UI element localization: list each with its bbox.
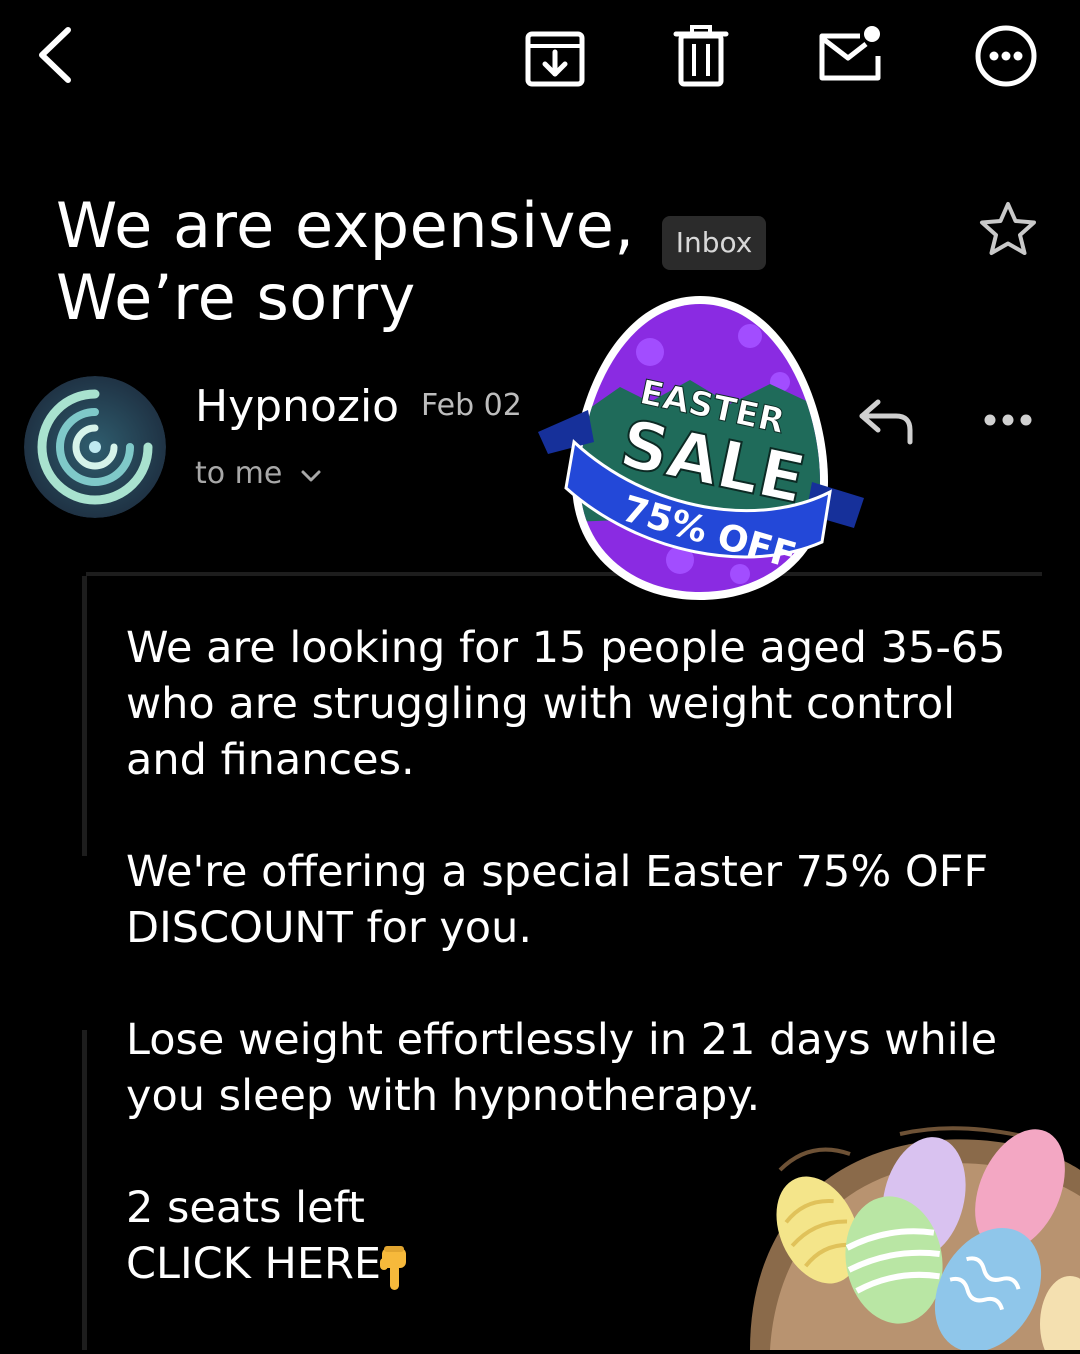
trash-icon	[673, 25, 729, 87]
message-more-button[interactable]	[980, 404, 1036, 436]
back-button[interactable]	[28, 22, 88, 88]
email-date: Feb 02	[421, 388, 522, 423]
chevron-left-icon	[39, 27, 71, 83]
star-button[interactable]	[976, 198, 1040, 262]
more-options-button[interactable]	[972, 22, 1040, 90]
easter-sale-badge: EASTER SALE 75% OFF	[530, 292, 870, 602]
quote-bar	[82, 1030, 87, 1350]
pointing-down-hand-icon	[376, 1244, 412, 1292]
mark-unread-button[interactable]	[816, 22, 886, 88]
quote-bar	[82, 576, 87, 856]
chevron-down-icon	[300, 455, 322, 495]
easter-egg-basket-image	[740, 1110, 1080, 1354]
hypnozio-logo-icon	[24, 376, 166, 518]
archive-button[interactable]	[522, 24, 588, 90]
click-here-link[interactable]: CLICK HERE	[126, 1236, 381, 1292]
body-paragraph: Lose weight effortlessly in 21 days whil…	[126, 1015, 998, 1121]
star-icon	[980, 202, 1036, 255]
more-dots-icon	[984, 414, 1032, 426]
sender-avatar[interactable]	[24, 376, 166, 518]
delete-button[interactable]	[670, 24, 732, 90]
inbox-label-badge[interactable]: Inbox	[662, 216, 766, 270]
sender-name[interactable]: Hypnozio	[195, 378, 399, 436]
body-paragraph: We are looking for 15 people aged 35-65 …	[126, 623, 1006, 785]
mail-unread-icon	[819, 26, 881, 81]
archive-down-icon	[525, 31, 585, 87]
recipient-label: to me	[195, 456, 283, 491]
more-circle-icon	[975, 25, 1037, 87]
recipient-details-toggle[interactable]: to me	[195, 454, 322, 495]
body-paragraph: We're offering a special Easter 75% OFF …	[126, 847, 989, 953]
